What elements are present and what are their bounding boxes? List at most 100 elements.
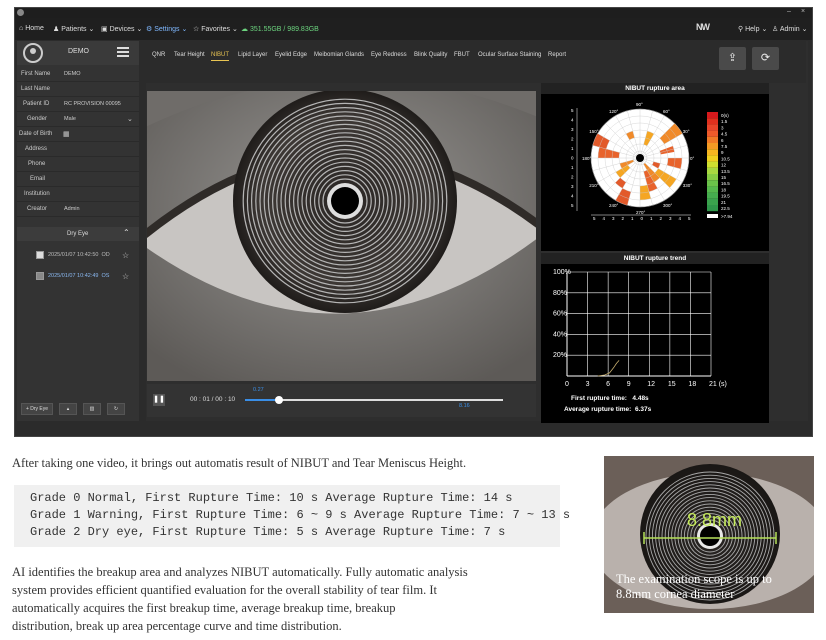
field-label: First Name — [21, 71, 51, 77]
tab-eye-redness[interactable]: Eye Redness — [371, 52, 407, 58]
measurement-label: 8.8mm — [687, 510, 743, 530]
calendar-icon[interactable]: ▦ — [63, 130, 70, 138]
y-axis-tick: 3 — [571, 184, 574, 189]
record-date-text: 2025/01/07 10:42:50 — [48, 252, 99, 258]
tab-ocular-surface-staining[interactable]: Ocular Surface Staining — [478, 52, 541, 58]
nibut-rupture-trend-panel: NIBUT rupture trend 20% 40% 60% 80% 100% 0 3 6 9… — [541, 253, 769, 423]
menu-favorites[interactable]: ☆ Favorites ⌄ — [193, 25, 238, 33]
video-timeline[interactable] — [245, 396, 503, 404]
hamburger-menu-icon[interactable] — [117, 47, 129, 57]
field-label: Creator — [27, 206, 48, 212]
minimize-button[interactable]: – — [787, 8, 791, 15]
x-tick-label: 15 — [668, 381, 676, 388]
grade-0: Grade 0 Normal, First Rupture Time: 10 s… — [30, 491, 513, 505]
field-email: Email — [17, 172, 139, 187]
menu-help-label: Help — [745, 26, 760, 33]
field-label: Gender — [27, 116, 48, 122]
tab-lipid-layer[interactable]: Lipid Layer — [238, 52, 267, 58]
trash-icon[interactable]: ▥ — [83, 403, 101, 415]
field-label: Last Name — [21, 86, 51, 92]
y-axis-tick: 5 — [571, 108, 574, 113]
record-eye: OD — [101, 252, 110, 258]
menu-settings[interactable]: ⚙ Settings ⌄ — [146, 25, 187, 33]
menu-devices[interactable]: ▣ Devices ⌄ — [101, 25, 142, 33]
description-line: system provides efficient quantified eva… — [12, 583, 437, 597]
pause-icon[interactable]: ❚❚ — [153, 394, 165, 406]
gender-select[interactable]: Male — [64, 116, 76, 122]
scale-label: 13.5 — [721, 169, 730, 174]
close-button[interactable]: × — [801, 8, 805, 15]
scale-swatch — [707, 136, 718, 143]
y-tick-label: 40% — [553, 331, 567, 338]
description-line: automatically acquires the first breakup… — [12, 601, 396, 615]
home-icon: ⌂ — [19, 25, 24, 32]
scale-swatch — [707, 186, 718, 193]
x-axis-tick: 0 — [641, 216, 644, 221]
scale-swatch — [707, 192, 718, 199]
tab-nibut[interactable]: NIBUT — [211, 52, 229, 61]
y-axis-tick: 0 — [571, 156, 574, 161]
tab-fbut[interactable]: FBUT — [454, 52, 470, 58]
timeline-handle[interactable] — [274, 396, 283, 404]
menu-patients[interactable]: ♟ Patients ⌄ — [53, 25, 94, 33]
nibut-rupture-area-panel: NIBUT rupture area 554433221100112233445… — [541, 83, 769, 251]
settings-icon: ⚙ — [146, 26, 153, 33]
menu-home[interactable]: ⌂ Home — [19, 25, 44, 32]
tab-blink-quality[interactable]: Blink Quality — [414, 52, 447, 58]
angle-label: 270° — [636, 210, 646, 215]
cloud-icon: ☁ — [241, 26, 248, 33]
rupture-area-map: 5544332211001122334455 90°120°150°180°21… — [571, 102, 733, 221]
patient-id-input[interactable]: RC PROVISION 00095 — [64, 101, 121, 107]
chevron-down-icon: ⌄ — [801, 26, 808, 33]
upload-icon[interactable]: ▴ — [59, 403, 77, 415]
angle-label: 30° — [683, 129, 690, 134]
scale-swatch — [707, 149, 718, 156]
angle-label: 0° — [690, 156, 695, 161]
eye-video[interactable] — [147, 91, 536, 381]
x-axis-tick: 1 — [650, 216, 653, 221]
field-gender: Gender Male ⌄ — [17, 112, 139, 127]
tab-tear-height[interactable]: Tear Height — [174, 52, 205, 58]
export-upload-icon[interactable]: ⇪ — [719, 47, 746, 70]
timeline-marker-top: 0.27 — [253, 387, 264, 393]
scale-swatch — [707, 174, 718, 181]
scale-swatch — [707, 155, 718, 162]
video-time: 00 : 01 / 00 : 10 — [190, 396, 236, 403]
scale-max-swatch — [707, 214, 718, 218]
tab-meibomian-glands[interactable]: Meibomian Glands — [314, 52, 364, 58]
record-date: 2025/01/07 10:42:49 OS — [48, 273, 109, 279]
field-label: Phone — [28, 161, 46, 167]
exam-group-label: Dry Eye — [67, 231, 89, 237]
exam-record[interactable]: 2025/01/07 10:42:50 OD ☆ — [17, 247, 139, 265]
first-name-input[interactable]: DEMO — [64, 71, 81, 77]
menu-patients-label: Patients — [61, 26, 87, 33]
favorite-star-icon[interactable]: ☆ — [122, 251, 129, 260]
angle-label: 240° — [609, 203, 619, 208]
cornea-photo: 8.8mm The examination scope is up to 8.8… — [604, 456, 814, 613]
tab-qnr[interactable]: QNR — [152, 52, 165, 58]
menu-admin[interactable]: ♙ Admin ⌄ — [772, 25, 808, 33]
x-axis-tick: 3 — [612, 216, 615, 221]
refresh-icon[interactable]: ⟳ — [752, 47, 779, 70]
menu-help[interactable]: ⚲ Help ⌄ — [738, 25, 767, 33]
record-checkbox[interactable] — [36, 251, 44, 259]
refresh-icon[interactable]: ↻ — [107, 403, 125, 415]
video-controls: ❚❚ 00 : 01 / 00 : 10 0.27 8.16 — [147, 384, 536, 417]
app-logo-icon — [17, 9, 24, 16]
angle-label: 60° — [663, 109, 670, 114]
tab-eyelid-edge[interactable]: Eyelid Edge — [275, 52, 307, 58]
field-creator: Creator Admin — [17, 202, 139, 217]
scale-label: 0(s) — [721, 113, 729, 118]
record-checkbox[interactable] — [36, 272, 44, 280]
field-phone: Phone — [17, 157, 139, 172]
analysis-tabs: QNR Tear Height NIBUT Lipid Layer Eyelid… — [146, 41, 806, 83]
exam-record[interactable]: 2025/01/07 10:42:49 OS ☆ — [17, 268, 139, 286]
first-rupture-row: First rupture time: 4.48s — [571, 395, 649, 402]
exam-group-header[interactable]: Dry Eye ⌃ — [17, 227, 139, 241]
tab-report[interactable]: Report — [548, 52, 566, 58]
average-rupture-label: Average rupture time: — [564, 406, 632, 413]
x-tick-label: 3 — [586, 381, 590, 388]
add-dry-eye-button[interactable]: + Dry Eye — [21, 403, 53, 415]
favorite-star-icon[interactable]: ☆ — [122, 272, 129, 281]
angle-label: 90° — [636, 102, 643, 107]
